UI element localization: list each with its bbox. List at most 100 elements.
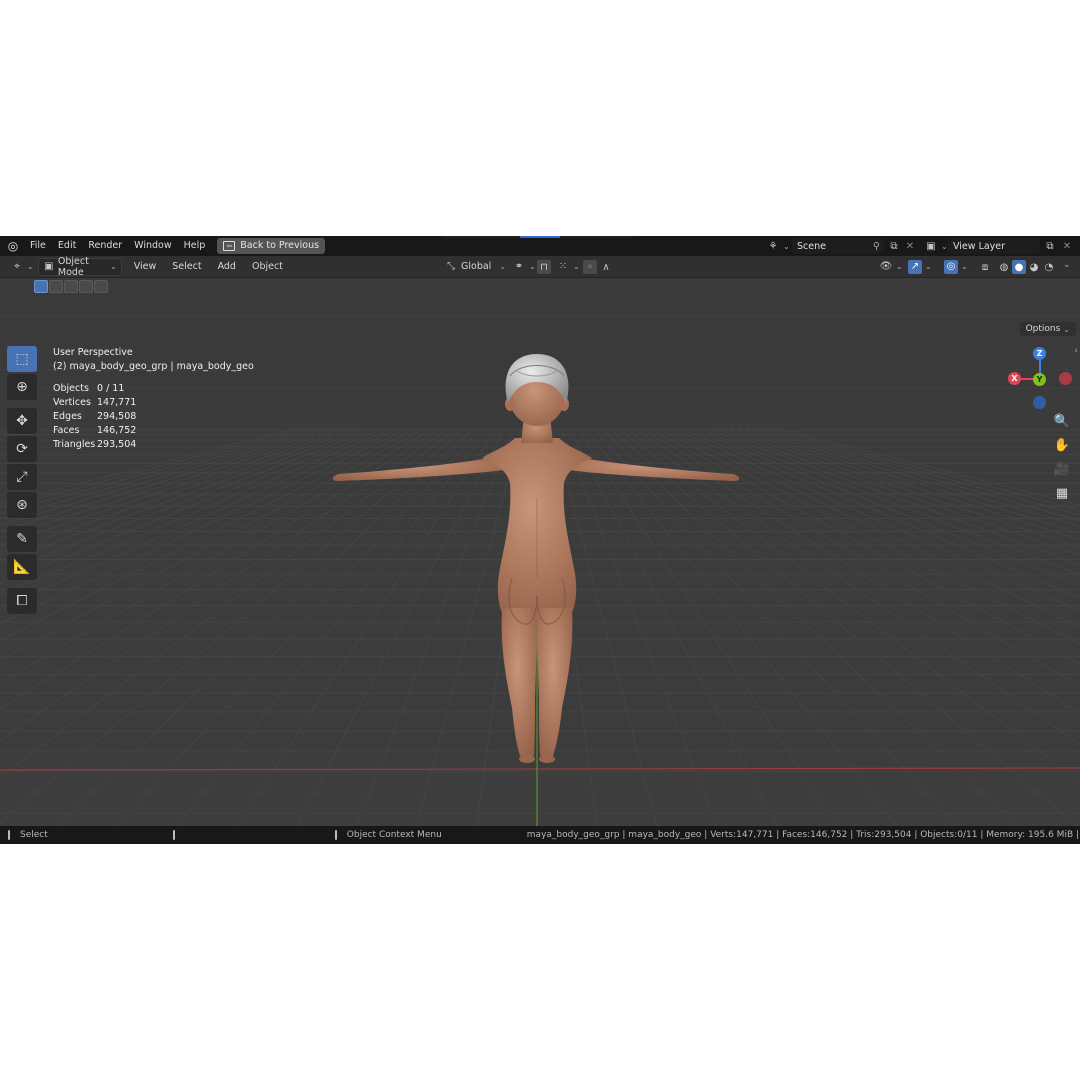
navigation-gizmo[interactable]: Z X Y — [1004, 344, 1076, 410]
menu-render[interactable]: Render — [82, 236, 128, 256]
annotate-tool[interactable]: ✎ — [7, 526, 37, 552]
stat-row: Objects 0 / 11 — [53, 383, 125, 394]
wireframe-shading-icon[interactable]: ◍ — [997, 260, 1011, 274]
new-scene-icon[interactable]: ⧉ — [887, 239, 901, 253]
visibility-dropdown[interactable]: 👁 ⌄ — [875, 258, 907, 276]
eye-icon: 👁 — [879, 261, 893, 272]
delete-scene-icon[interactable]: ✕ — [903, 239, 917, 253]
pencil-icon: ✎ — [16, 531, 28, 547]
stat-row: Triangles 293,504 — [53, 439, 137, 450]
add-cube-tool[interactable]: ⧠ — [7, 588, 37, 614]
perspective-toggle-icon[interactable]: ▦ — [1051, 482, 1073, 504]
move-tool[interactable]: ✥ — [7, 408, 37, 434]
gizmo-y-axis[interactable]: Y — [1033, 373, 1046, 386]
select-extend-icon[interactable] — [49, 280, 63, 293]
top-menu-bar: ◎ File Edit Render Window Help ⇦ Back to… — [0, 236, 1080, 256]
back-to-previous-label: Back to Previous — [240, 240, 320, 251]
mode-dropdown[interactable]: ▣ Object Mode ⌄ — [37, 256, 122, 278]
3d-viewport[interactable]: ⬚ ⊕ ✥ ⟳ ⤢ ⊛ ✎ 📐 ⧠ User Perspective (2) m… — [0, 278, 1080, 826]
menu-window[interactable]: Window — [128, 236, 177, 256]
add-cube-icon: ⧠ — [16, 593, 28, 609]
back-to-previous-button[interactable]: ⇦ Back to Previous — [217, 238, 326, 254]
falloff-icon[interactable]: ∧ — [599, 260, 613, 274]
scene-statistics: Objects 0 / 11 Vertices 147,771 Edges 294,5… — [53, 382, 254, 452]
pin-icon[interactable]: ⚲ — [873, 241, 880, 252]
select-cursor-icon: ⬚ — [15, 351, 29, 367]
gizmo-neg-z-axis[interactable] — [1033, 396, 1046, 409]
view-layer-icon: ▣ — [926, 240, 936, 252]
gizmo-neg-x-axis[interactable] — [1059, 372, 1072, 385]
header-menu-view[interactable]: View — [126, 261, 165, 272]
gizmo-icon: ↗ — [908, 259, 922, 274]
scene-selector-icon[interactable]: ⚘ ⌄ — [766, 239, 790, 253]
active-object-path: (2) maya_body_geo_grp | maya_body_geo — [53, 361, 254, 372]
3d-cursor-icon: ⊕ — [16, 379, 28, 395]
select-invert-icon[interactable] — [79, 280, 93, 293]
gizmo-x-axis[interactable]: X — [1008, 372, 1021, 385]
orientation-icon: ⤡ — [447, 261, 455, 272]
active-workspace-indicator — [520, 236, 560, 238]
scene-name-field[interactable]: Scene ⚲ — [792, 238, 884, 254]
options-dropdown[interactable]: Options ⌄ — [1019, 322, 1076, 336]
material-shading-icon[interactable]: ◕ — [1027, 260, 1041, 274]
back-icon: ⇦ — [223, 241, 236, 251]
header-menu-add[interactable]: Add — [210, 261, 244, 272]
transform-orientation-dropdown[interactable]: ⤡ Global ⌄ — [440, 258, 510, 276]
right-mouse-icon — [334, 830, 337, 840]
transform-tool[interactable]: ⊛ — [7, 492, 37, 518]
stat-row: Edges 294,508 — [53, 411, 137, 422]
select-new-icon[interactable] — [34, 280, 48, 293]
pivot-dropdown[interactable]: ⚭ ⌄ — [508, 258, 540, 276]
status-middle-action: Object Context Menu — [346, 830, 442, 840]
stat-row: Faces 146,752 — [53, 425, 137, 436]
object-mode-icon: ▣ — [44, 261, 54, 272]
options-label: Options — [1025, 324, 1061, 334]
new-view-layer-icon[interactable]: ⧉ — [1043, 239, 1057, 253]
view-layer-selector-icon[interactable]: ▣ ⌄ — [924, 239, 947, 253]
camera-view-icon[interactable]: 🎥 — [1051, 458, 1073, 480]
measure-tool[interactable]: 📐 — [7, 554, 37, 580]
header-menu-select[interactable]: Select — [164, 261, 209, 272]
cursor-tool[interactable]: ⊕ — [7, 374, 37, 400]
rotate-icon: ⟳ — [16, 441, 28, 457]
move-icon: ✥ — [16, 413, 28, 429]
editor-type-dropdown[interactable]: ⌖ ⌄ — [6, 258, 38, 276]
pivot-icon: ⚭ — [514, 261, 524, 272]
ruler-icon: 📐 — [13, 559, 31, 575]
overlays-dropdown[interactable]: ◎ ⌄ — [940, 258, 972, 276]
solid-shading-icon[interactable]: ● — [1012, 260, 1026, 274]
viewport-header: ⌖ ⌄ ▣ Object Mode ⌄ View Select Add Objec… — [0, 256, 1080, 278]
view-layer-name: View Layer — [953, 240, 1006, 252]
gizmo-z-axis[interactable]: Z — [1033, 347, 1046, 360]
left-mouse-icon — [8, 830, 10, 840]
rotate-tool[interactable]: ⟳ — [7, 436, 37, 462]
view-layer-field[interactable]: View Layer — [948, 238, 1040, 254]
scale-tool[interactable]: ⤢ — [7, 464, 37, 490]
select-subtract-icon[interactable] — [64, 280, 78, 293]
xray-icon[interactable]: ⧈ — [978, 260, 992, 274]
zoom-icon[interactable]: 🔍 — [1051, 410, 1073, 432]
rendered-shading-icon[interactable]: ◔ — [1042, 260, 1056, 274]
snap-toggle-icon[interactable]: ⊓ — [537, 260, 551, 274]
gizmo-dropdown[interactable]: ↗ ⌄ — [904, 258, 936, 276]
status-info: maya_body_geo_grp | maya_body_geo | Vert… — [526, 830, 1080, 840]
shading-options-chevron-icon[interactable]: ⌄ — [1063, 260, 1071, 270]
menu-edit[interactable]: Edit — [52, 236, 82, 256]
scene-icon: ⚘ — [768, 240, 778, 252]
3d-viewport-icon: ⌖ — [14, 261, 20, 272]
snap-grid-icon: ⁙ — [558, 261, 568, 272]
scale-icon: ⤢ — [16, 469, 28, 485]
delete-view-layer-icon[interactable]: ✕ — [1060, 239, 1074, 253]
select-intersect-icon[interactable] — [94, 280, 108, 293]
middle-mouse-icon — [172, 830, 175, 840]
menu-file[interactable]: File — [24, 236, 52, 256]
tool-shelf: ⬚ ⊕ ✥ ⟳ ⤢ ⊛ ✎ 📐 ⧠ — [7, 346, 39, 616]
menu-help[interactable]: Help — [178, 236, 212, 256]
proportional-editing-icon[interactable]: ◦ — [583, 260, 597, 274]
orientation-label: Global — [461, 261, 492, 272]
select-box-tool[interactable]: ⬚ — [7, 346, 37, 372]
pan-hand-icon[interactable]: ✋ — [1051, 434, 1073, 456]
blender-logo-icon[interactable]: ◎ — [2, 236, 24, 256]
snap-target-dropdown[interactable]: ⁙ ⌄ — [552, 258, 584, 276]
header-menu-object[interactable]: Object — [244, 261, 291, 272]
